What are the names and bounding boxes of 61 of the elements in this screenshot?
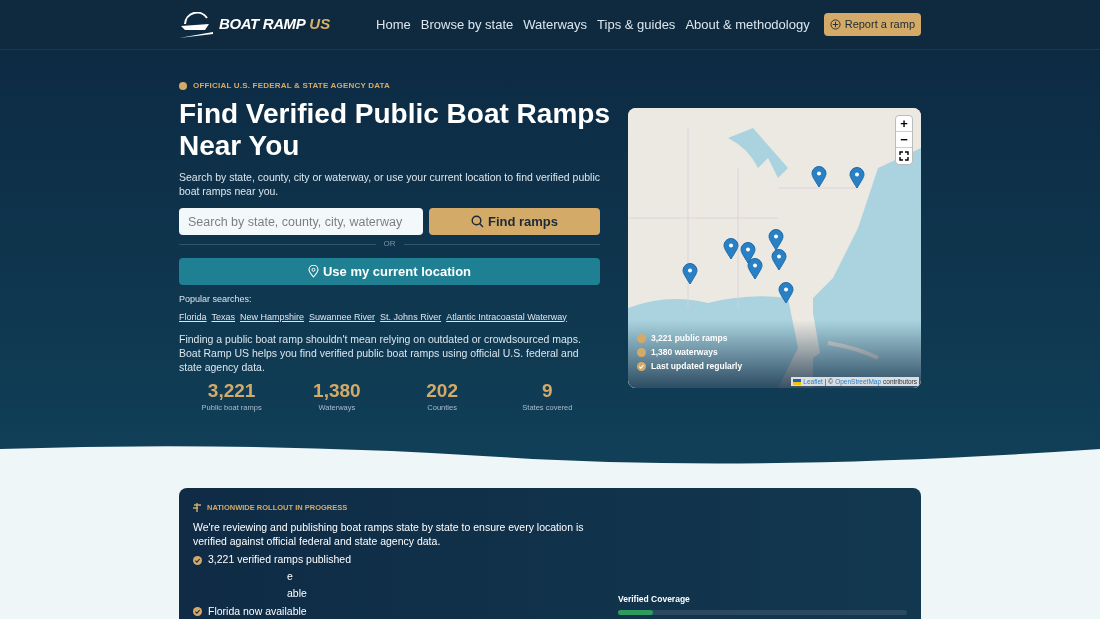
stat-value: 9 bbox=[542, 380, 553, 402]
fullscreen-button[interactable] bbox=[896, 148, 912, 164]
rollout-item: e bbox=[287, 569, 293, 585]
boat-logo-icon bbox=[179, 11, 215, 38]
map-marker-icon[interactable] bbox=[778, 282, 794, 304]
map-marker-icon[interactable] bbox=[682, 263, 698, 285]
search-field[interactable]: Search by state, county, city, waterway bbox=[179, 208, 423, 235]
nav-link[interactable]: Tips & guides bbox=[597, 14, 676, 35]
popular-search-link[interactable]: Atlantic Intracoastal Waterway bbox=[446, 310, 567, 324]
plus-circle-icon bbox=[829, 19, 841, 30]
legend-text: 1,380 waterways bbox=[651, 346, 718, 358]
check-icon bbox=[637, 361, 646, 371]
dot-icon bbox=[637, 347, 646, 357]
stat-value: 202 bbox=[426, 380, 458, 402]
flag-icon bbox=[793, 378, 802, 385]
logo-text[interactable]: US bbox=[309, 13, 331, 36]
map-marker-icon[interactable] bbox=[849, 167, 865, 189]
map-marker-icon[interactable] bbox=[771, 249, 787, 271]
map-marker-icon[interactable] bbox=[747, 258, 763, 280]
legend-text: 3,221 public ramps bbox=[651, 332, 728, 344]
zoom-button[interactable]: + bbox=[896, 116, 912, 132]
dot-icon bbox=[637, 333, 646, 343]
map-marker-icon[interactable] bbox=[740, 242, 756, 264]
hero-title: Find Verified Public Boat Ramps Near You bbox=[179, 98, 611, 162]
map-marker-icon[interactable] bbox=[768, 229, 784, 251]
popular-label: Popular searches: bbox=[179, 293, 253, 306]
stat-value: 1,380 bbox=[313, 380, 361, 402]
logo-text[interactable]: BOAT RAMP bbox=[219, 13, 306, 36]
rollout-item: able bbox=[287, 586, 307, 602]
rollout-text: We're reviewing and publishing boat ramps state by state to ensure every location is verified against official federal and state agency data. bbox=[193, 520, 585, 549]
check-badge-icon bbox=[179, 82, 187, 90]
legend-text: Last updated regularly bbox=[651, 360, 743, 372]
nav-link[interactable]: Browse by state bbox=[420, 14, 514, 35]
nav-link[interactable]: Waterways bbox=[523, 14, 588, 35]
popular-search-link[interactable]: St. Johns River bbox=[380, 310, 442, 324]
popular-search-link[interactable]: Suwannee River bbox=[309, 310, 376, 324]
location-pin-icon bbox=[307, 265, 319, 278]
search-icon bbox=[470, 215, 484, 228]
check-icon bbox=[193, 555, 202, 565]
map-marker-icon[interactable] bbox=[723, 238, 739, 260]
rollout-item: Florida now available bbox=[208, 603, 307, 619]
popular-search-link[interactable]: New Hampshire bbox=[240, 310, 305, 324]
report-ramp-button[interactable]: Report a ramp bbox=[823, 13, 921, 36]
popular-search-link[interactable]: Florida bbox=[179, 310, 207, 324]
use-location-button[interactable]: Use my current location bbox=[179, 258, 600, 285]
popular-search-link[interactable]: Texas bbox=[211, 310, 236, 324]
hero-subtitle: Search by state, county, city or waterway, or use your current location to find verified public boat ramps near you. bbox=[179, 170, 600, 198]
intro-paragraph: Finding a public boat ramp shouldn't mean relying on outdated or crowdsourced maps. Boat Ramp US helps you find verified public boat ramps using official U.S. federal and state agency data. bbox=[179, 332, 582, 374]
nav-link[interactable]: About & methodology bbox=[685, 14, 810, 35]
rollout-item: 3,221 verified ramps published bbox=[208, 552, 351, 568]
find-ramps-button[interactable]: Find ramps bbox=[429, 208, 600, 235]
fullscreen-icon bbox=[899, 151, 909, 161]
divider-text: OR bbox=[383, 238, 396, 250]
nav-link[interactable]: Home bbox=[376, 14, 411, 35]
map-marker-icon[interactable] bbox=[811, 166, 827, 188]
signpost-icon bbox=[193, 503, 202, 513]
stat-value: 3,221 bbox=[207, 380, 256, 402]
check-icon bbox=[193, 607, 202, 616]
zoom-button[interactable]: − bbox=[896, 132, 912, 148]
coverage-label: Verified Coverage bbox=[618, 593, 691, 606]
eyebrow-text: OFFICIAL U.S. FEDERAL & STATE AGENCY DATA bbox=[193, 80, 391, 92]
